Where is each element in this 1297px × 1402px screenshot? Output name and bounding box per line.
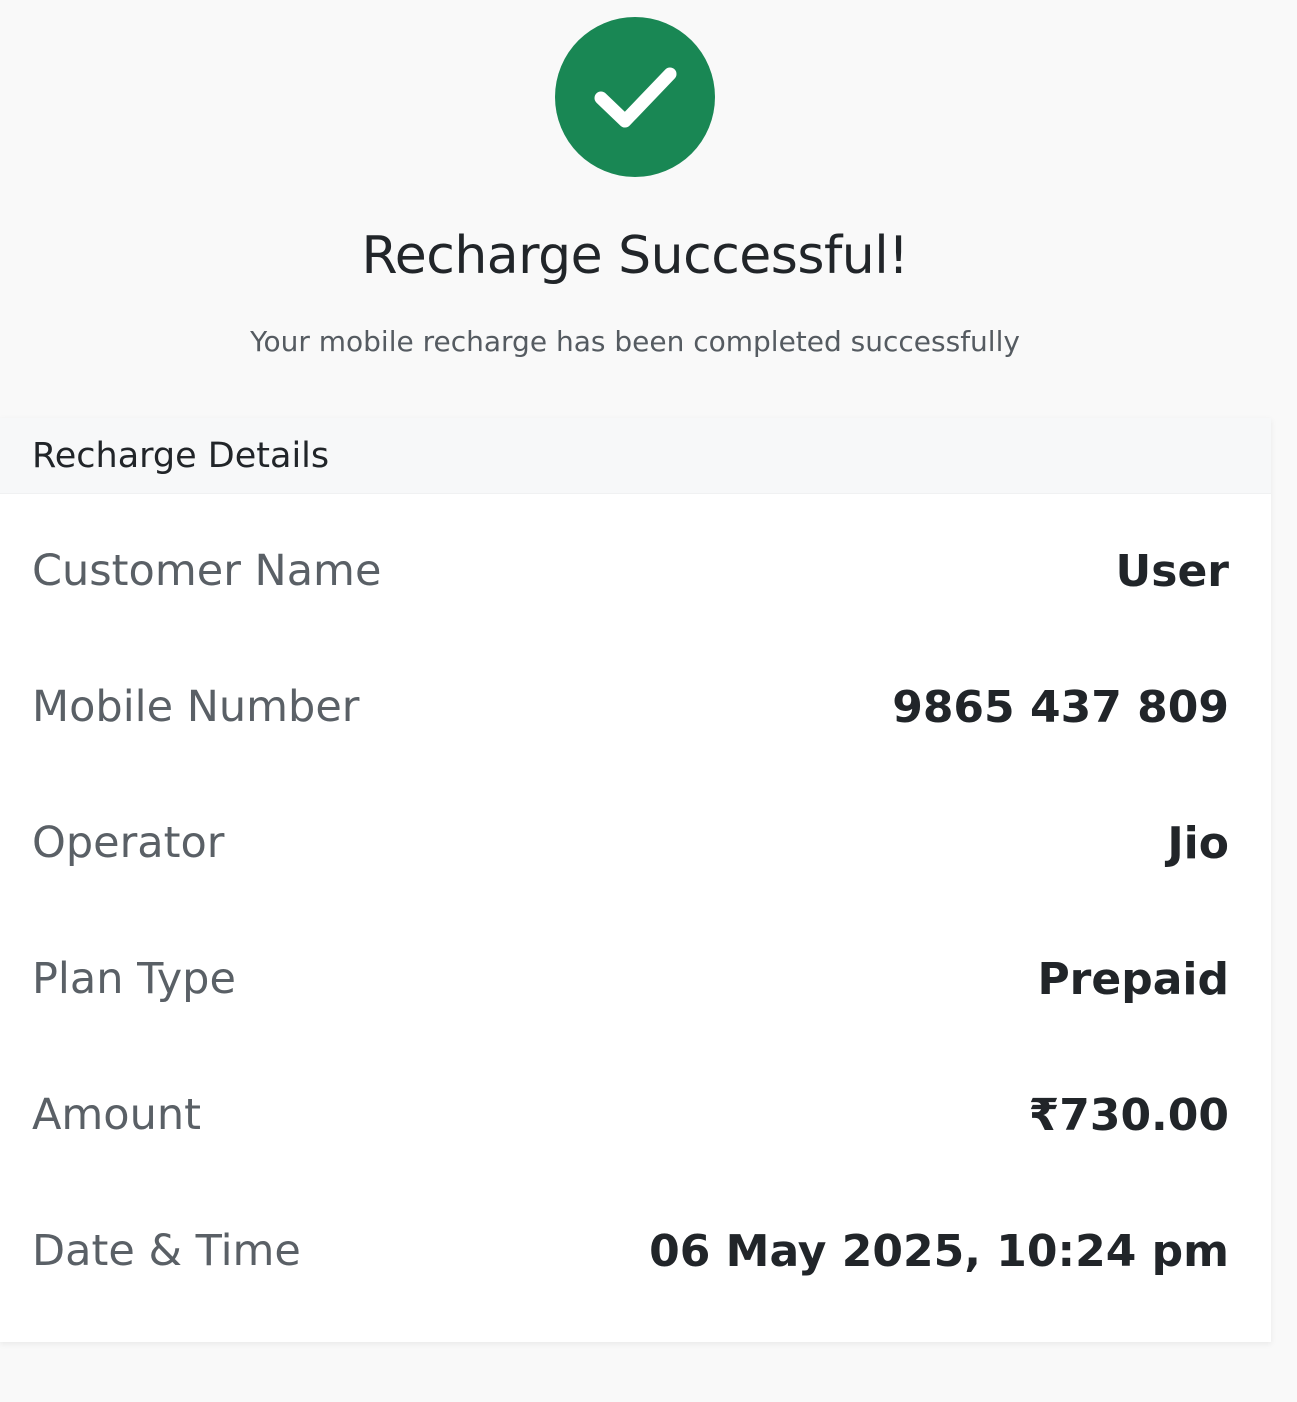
detail-row-date-time: Date & Time 06 May 2025, 10:24 pm	[32, 1183, 1229, 1319]
card-header: Recharge Details	[0, 418, 1271, 494]
detail-row-customer-name: Customer Name User	[32, 503, 1229, 639]
details-list: Customer Name User Mobile Number 9865 43…	[0, 503, 1271, 1319]
detail-row-operator: Operator Jio	[32, 775, 1229, 911]
detail-value: User	[1115, 545, 1229, 597]
detail-value: 06 May 2025, 10:24 pm	[649, 1225, 1229, 1277]
detail-label: Plan Type	[32, 954, 236, 1004]
detail-label: Operator	[32, 818, 225, 868]
detail-row-plan-type: Plan Type Prepaid	[32, 911, 1229, 1047]
detail-row-amount: Amount ₹730.00	[32, 1047, 1229, 1183]
detail-value: Prepaid	[1037, 953, 1229, 1005]
page-subtitle: Your mobile recharge has been completed …	[250, 325, 1020, 358]
page-title: Recharge Successful!	[361, 226, 909, 286]
detail-label: Date & Time	[32, 1226, 301, 1276]
detail-value: Jio	[1167, 817, 1229, 869]
detail-row-mobile-number: Mobile Number 9865 437 809	[32, 639, 1229, 775]
detail-label: Amount	[32, 1090, 201, 1140]
checkmark-icon	[594, 67, 677, 128]
detail-label: Mobile Number	[32, 682, 360, 732]
success-check-icon	[555, 17, 715, 177]
recharge-details-card: Recharge Details Customer Name User Mobi…	[0, 418, 1271, 1342]
detail-value: 9865 437 809	[892, 681, 1229, 733]
detail-value: ₹730.00	[1028, 1089, 1229, 1141]
detail-label: Customer Name	[32, 546, 382, 596]
